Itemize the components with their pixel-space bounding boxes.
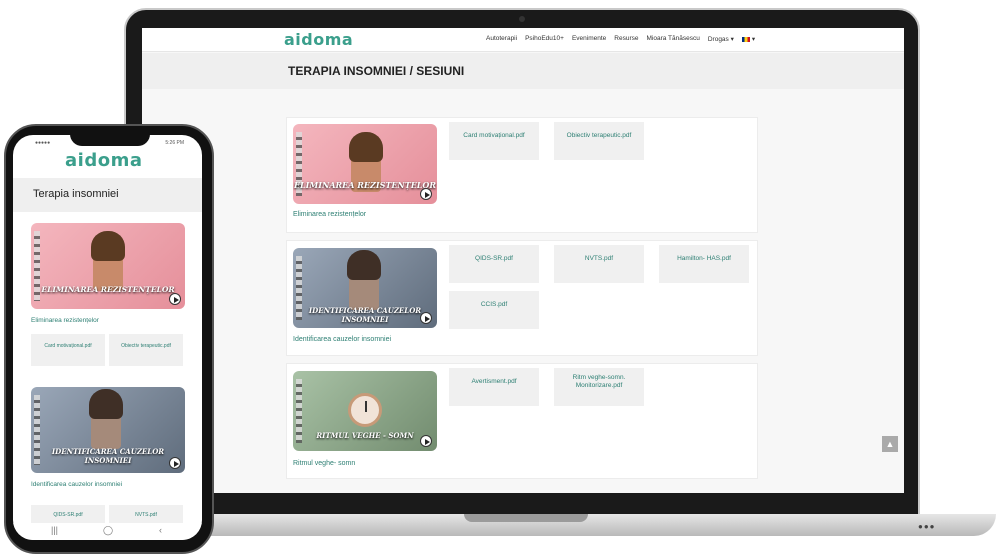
session-card: IDENTIFICAREA CAUZELOR INSOMNIEI Identif… bbox=[286, 240, 758, 356]
page-title: TERAPIA INSOMNIEI / SESIUNI bbox=[288, 64, 465, 78]
site-header: aidoma Autoterapii PsihoEdu10+ Eveniment… bbox=[142, 28, 904, 52]
pdf-link[interactable]: Obiectiv terapeutic.pdf bbox=[109, 334, 183, 366]
stage: ●●● aidoma Autoterapii PsihoEdu10+ Eveni… bbox=[0, 0, 1000, 560]
play-icon[interactable] bbox=[420, 312, 432, 324]
distressed-woman-image bbox=[347, 250, 381, 310]
play-icon[interactable] bbox=[420, 435, 432, 447]
phone-logo[interactable]: aidoma bbox=[65, 150, 142, 171]
play-icon[interactable] bbox=[420, 188, 432, 200]
pdf-link[interactable]: Hamilton- HAS.pdf bbox=[659, 245, 749, 283]
site-logo[interactable]: aidoma bbox=[284, 30, 353, 49]
session-video-thumbnail[interactable]: IDENTIFICAREA CAUZELOR INSOMNIEI bbox=[293, 248, 437, 328]
video-caption: ELIMINAREA REZISTENȚELOR bbox=[41, 285, 175, 294]
pdf-link[interactable]: Card motivațional.pdf bbox=[449, 122, 539, 160]
session-title-link[interactable]: Identificarea cauzelor insomniei bbox=[31, 481, 122, 488]
video-caption: ELIMINAREA REZISTENȚELOR bbox=[293, 180, 437, 190]
phone-screen: ●●●●● 5:26 PM aidoma Terapia insomniei E… bbox=[13, 135, 202, 540]
session-video-thumbnail[interactable]: ELIMINAREA REZISTENȚELOR bbox=[31, 223, 185, 309]
language-selector[interactable]: ▾ bbox=[741, 35, 755, 43]
session-title-link[interactable]: Ritmul veghe- somn bbox=[293, 460, 355, 467]
video-caption: RITMUL VEGHE - SOMN bbox=[316, 431, 414, 440]
pdf-link[interactable]: NVTS.pdf bbox=[109, 505, 183, 525]
play-icon[interactable] bbox=[169, 293, 181, 305]
home-icon[interactable]: ◯ bbox=[103, 525, 113, 536]
session-title-link[interactable]: Eliminarea rezistențelor bbox=[31, 317, 99, 324]
video-caption: IDENTIFICAREA CAUZELOR INSOMNIEI bbox=[308, 306, 422, 324]
video-caption: IDENTIFICAREA CAUZELOR INSOMNIEI bbox=[51, 447, 165, 465]
pdf-link[interactable]: Ritm veghe-somn. Monitorizare.pdf bbox=[554, 368, 644, 406]
back-icon[interactable]: ‹ bbox=[159, 525, 162, 535]
nav-drogas[interactable]: Drogas ▾ bbox=[708, 35, 734, 43]
session-card: ELIMINAREA REZISTENȚELOR Eliminarea rezi… bbox=[286, 117, 758, 233]
pdf-link[interactable]: NVTS.pdf bbox=[554, 245, 644, 283]
nav-author[interactable]: Mioara Tănăsescu bbox=[646, 35, 699, 43]
nav-autoterapii[interactable]: Autoterapii bbox=[486, 35, 517, 43]
status-time: 5:26 PM bbox=[165, 140, 184, 146]
title-bar bbox=[142, 53, 904, 89]
session-video-thumbnail[interactable]: IDENTIFICAREA CAUZELOR INSOMNIEI bbox=[31, 387, 185, 473]
phone-nav-bar: ||| ◯ ‹ bbox=[13, 523, 202, 540]
woman-image bbox=[91, 231, 125, 291]
nav-resurse[interactable]: Resurse bbox=[614, 35, 638, 43]
pdf-link[interactable]: QIDS-SR.pdf bbox=[449, 245, 539, 283]
pdf-link[interactable]: Avertisment.pdf bbox=[449, 368, 539, 406]
session-title-link[interactable]: Identificarea cauzelor insomniei bbox=[293, 336, 391, 343]
scroll-to-top-button[interactable]: ▲ bbox=[882, 436, 898, 452]
signal-icon: ●●●●● bbox=[35, 140, 51, 146]
nav-psihoedu[interactable]: PsihoEdu10+ bbox=[525, 35, 564, 43]
laptop-notch bbox=[464, 514, 588, 522]
distressed-woman-image bbox=[89, 389, 123, 449]
session-title-link[interactable]: Eliminarea rezistențelor bbox=[293, 211, 366, 218]
recent-apps-icon[interactable]: ||| bbox=[51, 525, 58, 535]
session-video-thumbnail[interactable]: RITMUL VEGHE - SOMN bbox=[293, 371, 437, 451]
laptop-screen: aidoma Autoterapii PsihoEdu10+ Eveniment… bbox=[142, 28, 904, 493]
phone-notch bbox=[70, 132, 150, 146]
pdf-link[interactable]: CCIS.pdf bbox=[449, 291, 539, 329]
pdf-link[interactable]: QIDS-SR.pdf bbox=[31, 505, 105, 525]
nav-evenimente[interactable]: Evenimente bbox=[572, 35, 606, 43]
session-card: RITMUL VEGHE - SOMN Ritmul veghe- somn A… bbox=[286, 363, 758, 479]
laptop-dots-icon: ●●● bbox=[918, 522, 936, 531]
session-video-thumbnail[interactable]: ELIMINAREA REZISTENȚELOR bbox=[293, 124, 437, 204]
flag-icon bbox=[741, 36, 750, 42]
pocket-watch-image bbox=[348, 393, 382, 427]
main-nav: Autoterapii PsihoEdu10+ Evenimente Resur… bbox=[486, 35, 755, 43]
webcam-icon bbox=[519, 16, 525, 22]
pdf-link[interactable]: Obiectiv terapeutic.pdf bbox=[554, 122, 644, 160]
play-icon[interactable] bbox=[169, 457, 181, 469]
phone-page-title: Terapia insomniei bbox=[33, 188, 119, 200]
pdf-link[interactable]: Card motivațional.pdf bbox=[31, 334, 105, 366]
